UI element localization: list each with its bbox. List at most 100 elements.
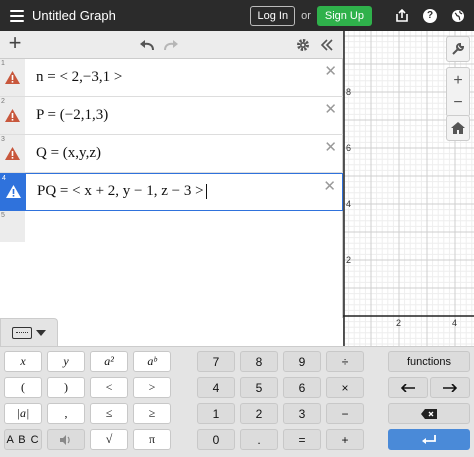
graph-paper[interactable]: 8 6 4 2 2 4 + −: [343, 31, 474, 346]
key-label: +: [341, 432, 349, 447]
key-comma[interactable]: ,: [47, 403, 85, 424]
key-audio[interactable]: [47, 429, 85, 450]
key-power[interactable]: aᵇ: [133, 351, 171, 372]
expression-row[interactable]: 1 n = < 2,−3,1 > ✕: [0, 59, 343, 97]
expression-math[interactable]: n = < 2,−3,1 >: [36, 69, 122, 86]
help-icon[interactable]: ?: [422, 8, 438, 24]
y-tick-label: 4: [346, 199, 351, 209]
key-2[interactable]: 2: [240, 403, 278, 424]
key-divide[interactable]: ÷: [326, 351, 364, 372]
key-label: .: [257, 432, 261, 447]
home-button[interactable]: [446, 115, 470, 141]
undo-icon[interactable]: [138, 36, 156, 54]
globe-icon[interactable]: [450, 8, 466, 24]
key-label: >: [148, 380, 156, 394]
delete-expression-icon[interactable]: ✕: [324, 100, 337, 118]
header-actions: Log In or Sign Up ?: [250, 0, 466, 31]
key-equals[interactable]: =: [283, 429, 321, 450]
key-label: (: [21, 380, 25, 394]
expression-math[interactable]: Q = (x,y,z): [36, 145, 101, 162]
expression-row[interactable]: 3 Q = (x,y,z) ✕: [0, 135, 343, 173]
collapse-list-icon[interactable]: [318, 36, 336, 54]
key-label: functions: [406, 355, 452, 368]
key-minus[interactable]: −: [326, 403, 364, 424]
signup-button[interactable]: Sign Up: [316, 5, 372, 26]
delete-expression-icon[interactable]: ✕: [323, 177, 336, 195]
keyboard-icon: [12, 326, 32, 339]
key-less-than[interactable]: <: [90, 377, 128, 398]
key-label: 3: [298, 406, 306, 421]
warning-icon[interactable]: [5, 109, 20, 122]
key-6[interactable]: 6: [283, 377, 321, 398]
key-1[interactable]: 1: [197, 403, 235, 424]
key-plus[interactable]: +: [326, 429, 364, 450]
right-arrow-key[interactable]: [430, 377, 470, 398]
key-pi[interactable]: π: [133, 429, 171, 450]
arrow-right-icon: [443, 383, 457, 392]
key-label: 7: [212, 354, 220, 369]
key-label: y: [63, 354, 69, 368]
warning-icon[interactable]: [5, 147, 20, 160]
left-arrow-key[interactable]: [388, 377, 428, 398]
key-multiply[interactable]: ×: [326, 377, 364, 398]
key-label: ×: [341, 380, 349, 395]
functions-button[interactable]: functions: [388, 351, 470, 372]
graph-settings-button[interactable]: [446, 36, 470, 62]
key-abs[interactable]: |a|: [4, 403, 42, 424]
share-icon[interactable]: [394, 8, 410, 24]
key-abc[interactable]: A B C: [4, 429, 42, 450]
key-open-paren[interactable]: (: [4, 377, 42, 398]
expression-math[interactable]: PQ = < x + 2, y − 1, z − 3 >: [37, 183, 204, 199]
key-x[interactable]: x: [4, 351, 42, 372]
zoom-out-icon[interactable]: −: [453, 92, 462, 114]
expression-list: 1 n = < 2,−3,1 > ✕ 2 P = (−2,1,3) ✕ 3 Q …: [0, 59, 343, 318]
enter-key[interactable]: [388, 429, 470, 450]
expression-input[interactable]: PQ = < x + 2, y − 1, z − 3 >: [37, 183, 207, 200]
add-item-icon[interactable]: +: [6, 30, 24, 55]
key-label: ÷: [341, 354, 349, 369]
y-tick-label: 2: [346, 255, 351, 265]
key-leq[interactable]: ≤: [90, 403, 128, 424]
key-sqrt[interactable]: √: [90, 429, 128, 450]
key-y[interactable]: y: [47, 351, 85, 372]
key-greater-than[interactable]: >: [133, 377, 171, 398]
keypad-toggle[interactable]: [0, 318, 58, 346]
expression-toolbar: +: [0, 30, 343, 59]
empty-expression-row[interactable]: 5: [0, 211, 343, 242]
key-7[interactable]: 7: [197, 351, 235, 372]
key-label: a²: [104, 354, 114, 368]
login-button[interactable]: Log In: [250, 5, 296, 26]
gear-icon[interactable]: [294, 36, 312, 54]
warning-icon[interactable]: [6, 185, 21, 198]
redo-icon[interactable]: [162, 36, 180, 54]
key-label: |a|: [16, 406, 30, 420]
key-3[interactable]: 3: [283, 403, 321, 424]
row-number: 4: [2, 175, 6, 182]
expression-row[interactable]: 2 P = (−2,1,3) ✕: [0, 97, 343, 135]
warning-icon[interactable]: [5, 71, 20, 84]
menu-icon[interactable]: [10, 9, 24, 22]
key-0[interactable]: 0: [197, 429, 235, 450]
key-4[interactable]: 4: [197, 377, 235, 398]
key-8[interactable]: 8: [240, 351, 278, 372]
key-label: 0: [212, 432, 220, 447]
x-tick-label: 4: [452, 318, 457, 328]
row-number: 1: [1, 60, 5, 67]
expression-math[interactable]: P = (−2,1,3): [36, 107, 108, 124]
active-expression-row[interactable]: 4 PQ = < x + 2, y − 1, z − 3 > ✕: [0, 173, 343, 211]
graph-title[interactable]: Untitled Graph: [32, 8, 116, 23]
delete-expression-icon[interactable]: ✕: [324, 138, 337, 156]
delete-expression-icon[interactable]: ✕: [324, 62, 337, 80]
wrench-icon: [452, 42, 465, 55]
key-9[interactable]: 9: [283, 351, 321, 372]
row-number: 5: [1, 212, 5, 219]
key-square[interactable]: a²: [90, 351, 128, 372]
key-label: =: [298, 432, 306, 447]
key-close-paren[interactable]: ): [47, 377, 85, 398]
key-label: 6: [298, 380, 306, 395]
key-5[interactable]: 5: [240, 377, 278, 398]
zoom-in-icon[interactable]: +: [453, 70, 462, 92]
backspace-key[interactable]: [388, 403, 470, 424]
key-decimal[interactable]: .: [240, 429, 278, 450]
key-geq[interactable]: ≥: [133, 403, 171, 424]
